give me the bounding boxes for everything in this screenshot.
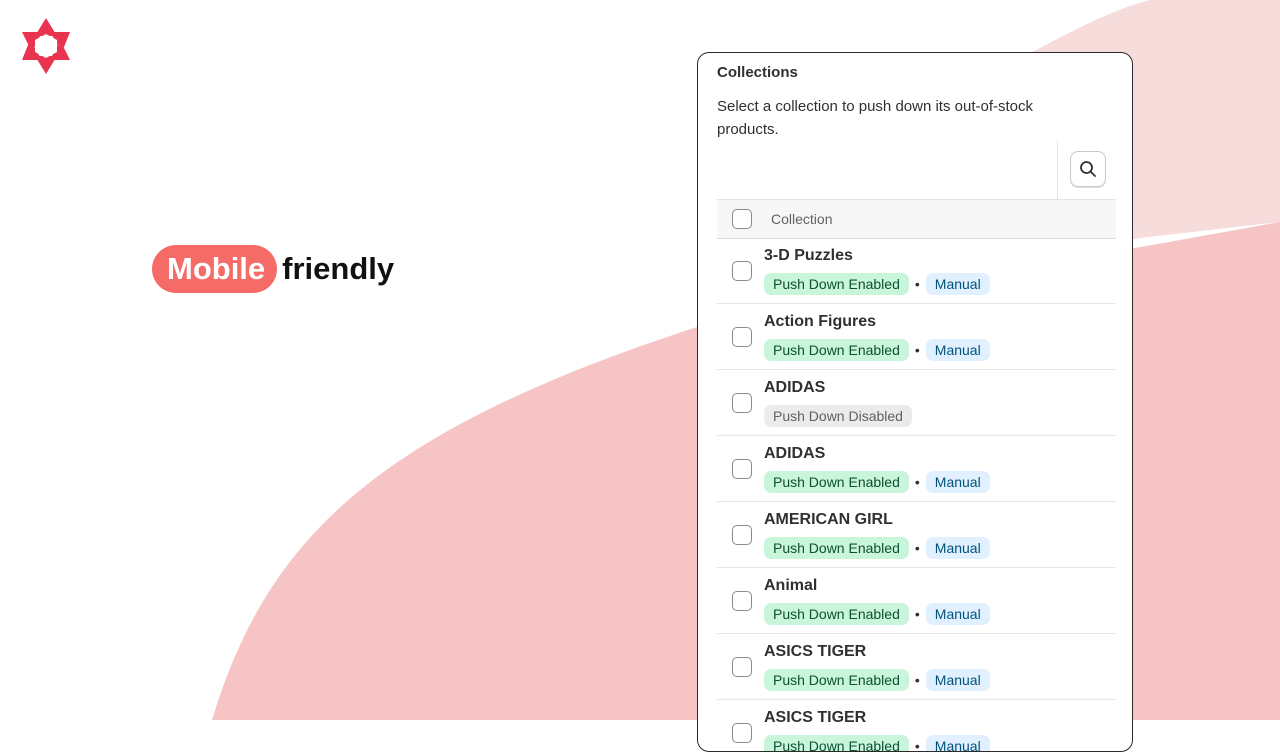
status-badge: Push Down Enabled	[764, 471, 909, 493]
badge-separator: •	[914, 738, 920, 752]
card-description: Select a collection to push down its out…	[717, 98, 1033, 138]
column-header-collection: Collection	[771, 211, 833, 227]
mode-badge: Manual	[925, 339, 990, 361]
mode-badge: Manual	[925, 537, 990, 559]
badge-separator: •	[914, 342, 920, 358]
table-row[interactable]: Animal Push Down Enabled • Manual	[717, 568, 1116, 634]
row-checkbox[interactable]	[732, 459, 752, 479]
hero-heading: Mobile friendly	[152, 245, 394, 293]
table-row[interactable]: Action Figures Push Down Enabled • Manua…	[717, 304, 1116, 370]
status-badge: Push Down Enabled	[764, 735, 909, 751]
mode-badge: Manual	[925, 603, 990, 625]
table-row[interactable]: 3-D Puzzles Push Down Enabled • Manual	[717, 238, 1116, 304]
row-checkbox[interactable]	[732, 393, 752, 413]
row-badges: Push Down Enabled • Manual	[764, 603, 990, 625]
mode-badge: Manual	[925, 273, 990, 295]
status-badge: Push Down Enabled	[764, 339, 909, 361]
hero-highlight: Mobile	[152, 245, 278, 293]
collection-name: ADIDAS	[764, 445, 826, 462]
card-title: Collections	[717, 64, 798, 81]
collection-name: ADIDAS	[764, 379, 826, 396]
badge-separator: •	[914, 606, 920, 622]
collection-name: ASICS TIGER	[764, 643, 867, 660]
row-badges: Push Down Disabled	[764, 405, 912, 427]
row-badges: Push Down Enabled • Manual	[764, 471, 990, 493]
row-badges: Push Down Enabled • Manual	[764, 735, 990, 752]
select-all-checkbox[interactable]	[732, 209, 752, 229]
status-badge: Push Down Enabled	[764, 273, 909, 295]
row-checkbox[interactable]	[732, 327, 752, 347]
row-checkbox[interactable]	[732, 657, 752, 677]
mobile-card-frame: Collections Select a collection to push …	[697, 52, 1133, 752]
badge-separator: •	[914, 474, 920, 490]
mode-badge: Manual	[925, 471, 990, 493]
mode-badge: Manual	[925, 735, 990, 751]
hero-text: friendly	[282, 251, 395, 286]
row-checkbox[interactable]	[732, 261, 752, 281]
table-row[interactable]: ASICS TIGER Push Down Enabled • Manual	[717, 634, 1116, 700]
collection-list: 3-D Puzzles Push Down Enabled • Manual A…	[717, 238, 1116, 752]
badge-separator: •	[914, 276, 920, 292]
status-badge: Push Down Disabled	[764, 405, 912, 427]
row-badges: Push Down Enabled • Manual	[764, 339, 990, 361]
table-row[interactable]: ADIDAS Push Down Disabled	[717, 370, 1116, 436]
collection-name: Action Figures	[764, 313, 877, 330]
row-badges: Push Down Enabled • Manual	[764, 273, 990, 295]
collection-name: ASICS TIGER	[764, 709, 867, 726]
badge-separator: •	[914, 540, 920, 556]
search-area	[1057, 141, 1118, 199]
status-badge: Push Down Enabled	[764, 669, 909, 691]
table-row[interactable]: ADIDAS Push Down Enabled • Manual	[717, 436, 1116, 502]
search-icon	[1080, 161, 1096, 177]
table-row[interactable]: AMERICAN GIRL Push Down Enabled • Manual	[717, 502, 1116, 568]
status-badge: Push Down Enabled	[764, 537, 909, 559]
status-badge: Push Down Enabled	[764, 603, 909, 625]
row-checkbox[interactable]	[732, 591, 752, 611]
row-badges: Push Down Enabled • Manual	[764, 669, 990, 691]
brand-star-logo-icon	[22, 18, 70, 74]
table-row[interactable]: ASICS TIGER Push Down Enabled • Manual	[717, 700, 1116, 752]
collection-name: AMERICAN GIRL	[764, 511, 893, 528]
collection-name: Animal	[764, 577, 818, 594]
mode-badge: Manual	[925, 669, 990, 691]
badge-separator: •	[914, 672, 920, 688]
table-header: Collection	[717, 199, 1116, 239]
row-checkbox[interactable]	[732, 525, 752, 545]
collection-name: 3-D Puzzles	[764, 247, 853, 264]
row-checkbox[interactable]	[732, 723, 752, 743]
search-button[interactable]	[1070, 151, 1106, 187]
row-badges: Push Down Enabled • Manual	[764, 537, 990, 559]
